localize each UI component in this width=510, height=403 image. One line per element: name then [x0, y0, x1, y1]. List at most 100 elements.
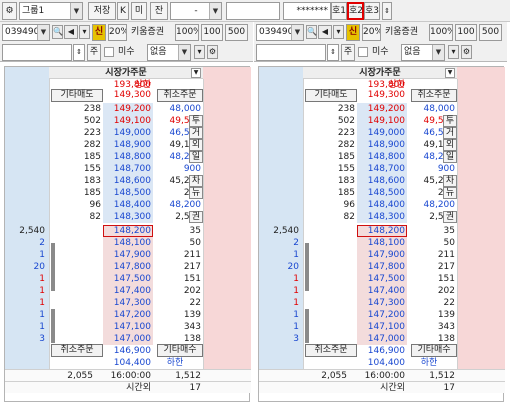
- bid-row[interactable]: 2,540 148,200 35: [5, 225, 251, 237]
- bid-row[interactable]: 1 147,100 343: [259, 321, 505, 333]
- qty-100-button[interactable]: 100: [455, 24, 477, 41]
- stock-unit-button[interactable]: 주: [341, 44, 355, 61]
- ask-price[interactable]: 148,700: [103, 163, 153, 175]
- condition-select[interactable]: 없음 ▼: [401, 44, 445, 61]
- chevron-down-icon[interactable]: ▾: [448, 45, 459, 59]
- market-order-header[interactable]: 시장가주문 ▼: [49, 67, 203, 79]
- ask-row[interactable]: 82148,3002,540권: [5, 211, 251, 223]
- investor-tag[interactable]: 일: [443, 151, 457, 163]
- misc-sell-button[interactable]: 기타매도: [51, 89, 103, 102]
- ask-row[interactable]: 185148,500268뉴: [259, 187, 505, 199]
- group-select[interactable]: 그룹1 ▼: [19, 2, 83, 20]
- bid-price[interactable]: 148,100: [357, 237, 407, 249]
- ask-price[interactable]: 148,500: [357, 187, 407, 199]
- ask-price[interactable]: 149,100: [357, 115, 407, 127]
- bid-price[interactable]: 147,000: [357, 333, 407, 345]
- quantity-input[interactable]: [2, 44, 72, 61]
- bid-row[interactable]: 20 147,800 217: [259, 261, 505, 273]
- cancel-sell-button[interactable]: 취소주문: [411, 89, 457, 102]
- ask-row[interactable]: 82148,3002,540권: [259, 211, 505, 223]
- bid-price[interactable]: 147,200: [357, 309, 407, 321]
- ask-price[interactable]: 149,100: [103, 115, 153, 127]
- bid-row[interactable]: 3 147,000 138: [259, 333, 505, 345]
- misc-buy-button[interactable]: 기타매수: [157, 344, 203, 357]
- investor-tag[interactable]: 권: [189, 211, 203, 223]
- ask-row[interactable]: 96 148,400 48,200: [5, 199, 251, 211]
- bid-price[interactable]: 148,200: [357, 225, 407, 237]
- stock-code-input[interactable]: 039490 ▼: [256, 24, 304, 41]
- jan-button[interactable]: 잔: [150, 2, 168, 20]
- condition-select[interactable]: 없음 ▼: [147, 44, 191, 61]
- ask-price[interactable]: 148,500: [103, 187, 153, 199]
- bid-price[interactable]: 147,900: [103, 249, 153, 261]
- stock-code-input[interactable]: 039490 ▼: [2, 24, 50, 41]
- ask-row[interactable]: 223 149,000 46,500 거: [259, 127, 505, 139]
- settings-icon[interactable]: ⚙: [461, 45, 472, 59]
- misc-buy-button[interactable]: 기타매수: [411, 344, 457, 357]
- bid-price[interactable]: 147,500: [357, 273, 407, 285]
- bid-price[interactable]: 147,000: [103, 333, 153, 345]
- bid-price[interactable]: 147,100: [103, 321, 153, 333]
- ask-row[interactable]: 502 149,100 49,500 투: [5, 115, 251, 127]
- qty-100pct-button[interactable]: 100%: [429, 24, 453, 41]
- ask-price[interactable]: 149,200: [357, 103, 407, 115]
- bid-row[interactable]: 3 147,000 138: [5, 333, 251, 345]
- qty-500-button[interactable]: 500: [225, 24, 248, 41]
- bid-row[interactable]: 1 147,900 211: [5, 249, 251, 261]
- bid-price[interactable]: 147,400: [103, 285, 153, 297]
- bid-price[interactable]: 147,500: [103, 273, 153, 285]
- ask-price[interactable]: 148,600: [357, 175, 407, 187]
- stock-unit-button[interactable]: 주: [87, 44, 101, 61]
- bid-price[interactable]: 147,100: [357, 321, 407, 333]
- bid-price[interactable]: 147,800: [103, 261, 153, 273]
- k-button[interactable]: K: [117, 2, 129, 20]
- ask-price[interactable]: 148,800: [357, 151, 407, 163]
- settings-icon[interactable]: ⚙: [207, 45, 218, 59]
- up-down-spinner-icon[interactable]: ⇕: [382, 2, 392, 20]
- search-icon[interactable]: 🔍: [306, 25, 317, 39]
- misc-sell-button[interactable]: 기타매도: [305, 89, 357, 102]
- bid-price[interactable]: 147,300: [357, 297, 407, 309]
- quantity-input[interactable]: [256, 44, 326, 61]
- bid-row[interactable]: 1 147,100 343: [5, 321, 251, 333]
- account-select[interactable]: - ▼: [170, 2, 222, 20]
- ask-price[interactable]: 148,400: [357, 199, 407, 211]
- ask-price[interactable]: 148,700: [357, 163, 407, 175]
- ask-row[interactable]: 185 148,800 48,200 일: [5, 151, 251, 163]
- ask-price[interactable]: 148,400: [103, 199, 153, 211]
- cancel-sell-button[interactable]: 취소주문: [157, 89, 203, 102]
- bid-row[interactable]: 2 148,100 50: [259, 237, 505, 249]
- ask-price[interactable]: 148,900: [103, 139, 153, 151]
- ask-price[interactable]: 149,200: [103, 103, 153, 115]
- investor-tag[interactable]: 거: [189, 127, 203, 139]
- market-order-header[interactable]: 시장가주문 ▼: [303, 67, 457, 79]
- unfilled-checkbox[interactable]: [104, 47, 114, 57]
- ask-row[interactable]: 223 149,000 46,500 거: [5, 127, 251, 139]
- investor-tag[interactable]: 투: [443, 115, 457, 127]
- bid-price[interactable]: 147,300: [103, 297, 153, 309]
- bid-row[interactable]: 2,540 148,200 35: [259, 225, 505, 237]
- ask-price[interactable]: 148,300: [357, 211, 407, 223]
- bid-price[interactable]: 147,800: [357, 261, 407, 273]
- ask-price[interactable]: 148,300: [103, 211, 153, 223]
- qty-stepper[interactable]: ⇕: [327, 44, 339, 61]
- investor-tag[interactable]: 외: [443, 139, 457, 151]
- password-field[interactable]: *******: [283, 2, 331, 20]
- ask-row[interactable]: 155 148,700 900: [259, 163, 505, 175]
- investor-tag[interactable]: 권: [443, 211, 457, 223]
- bid-price[interactable]: 148,100: [103, 237, 153, 249]
- investor-tag[interactable]: 차: [443, 175, 457, 187]
- investor-tag[interactable]: 뉴: [189, 187, 203, 199]
- bid-price[interactable]: 147,900: [357, 249, 407, 261]
- ask-row[interactable]: 282 148,900 49,100 외: [259, 139, 505, 151]
- chevron-down-icon[interactable]: ▾: [194, 45, 205, 59]
- bid-price[interactable]: 147,200: [103, 309, 153, 321]
- speaker-icon[interactable]: ◀: [64, 25, 78, 39]
- investor-tag[interactable]: 외: [189, 139, 203, 151]
- bid-price[interactable]: 148,200: [103, 225, 153, 237]
- bid-price[interactable]: 147,400: [357, 285, 407, 297]
- ho2-button[interactable]: 호2: [347, 2, 364, 20]
- ask-price[interactable]: 149,000: [103, 127, 153, 139]
- bid-row[interactable]: 1 147,300 22: [259, 297, 505, 309]
- qty-100-button[interactable]: 100: [201, 24, 223, 41]
